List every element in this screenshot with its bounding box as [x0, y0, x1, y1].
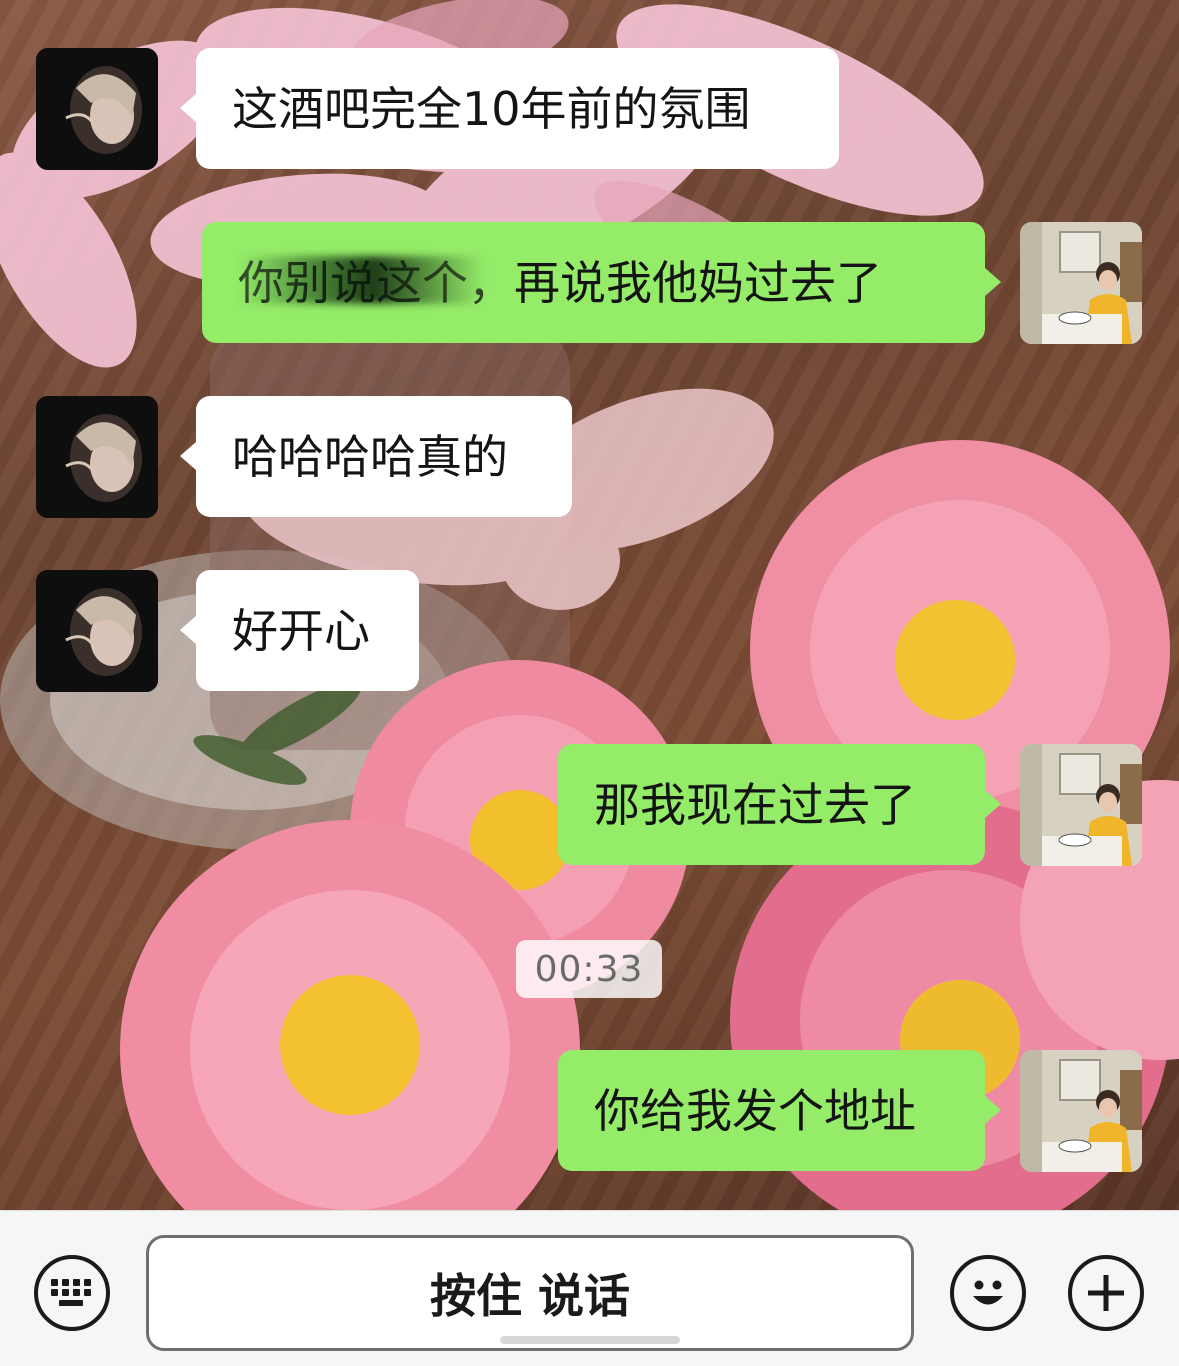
- my-avatar-image: [1020, 1050, 1142, 1172]
- my-avatar[interactable]: [1020, 222, 1142, 344]
- censor-blur-overlay: [238, 256, 484, 304]
- hold-to-talk-label: 按住 说话: [429, 1269, 630, 1323]
- contact-avatar[interactable]: [36, 48, 158, 170]
- plus-icon: [1088, 1275, 1124, 1311]
- message-text: 好开心: [232, 603, 370, 658]
- message-bubble-incoming[interactable]: 哈哈哈哈真的: [180, 396, 572, 517]
- keyboard-icon: [51, 1279, 91, 1306]
- message-bubble-incoming[interactable]: 这酒吧完全10年前的氛围: [180, 48, 839, 169]
- message-bubble-outgoing[interactable]: 你给我发个地址: [558, 1050, 1001, 1171]
- message-timestamp: 00:33: [516, 940, 662, 998]
- home-indicator[interactable]: [500, 1336, 680, 1344]
- my-avatar-image: [1020, 744, 1142, 866]
- message-bubble-outgoing[interactable]: 那我现在过去了: [558, 744, 1001, 865]
- chat-message-list[interactable]: 这酒吧完全10年前的氛围 你别说这个，再说我他妈过去了 哈哈哈哈真的 好开心 那…: [0, 0, 1179, 1210]
- message-text: 这酒吧完全10年前的氛围: [232, 81, 751, 136]
- my-avatar[interactable]: [1020, 744, 1142, 866]
- keyboard-toggle-button[interactable]: [34, 1255, 110, 1331]
- more-options-button[interactable]: [1068, 1255, 1144, 1331]
- message-text: 那我现在过去了: [594, 777, 916, 832]
- message-bubble-incoming[interactable]: 好开心: [180, 570, 419, 691]
- emoji-icon: [973, 1280, 1003, 1305]
- hold-to-talk-button[interactable]: 按住 说话: [146, 1235, 914, 1351]
- message-text: 你给我发个地址: [594, 1083, 916, 1138]
- contact-avatar[interactable]: [36, 396, 158, 518]
- my-avatar[interactable]: [1020, 1050, 1142, 1172]
- contact-avatar-image: [36, 570, 158, 692]
- emoji-button[interactable]: [950, 1255, 1026, 1331]
- contact-avatar-image: [36, 396, 158, 518]
- message-text: 哈哈哈哈真的: [232, 429, 508, 484]
- contact-avatar-image: [36, 48, 158, 170]
- contact-avatar[interactable]: [36, 570, 158, 692]
- my-avatar-image: [1020, 222, 1142, 344]
